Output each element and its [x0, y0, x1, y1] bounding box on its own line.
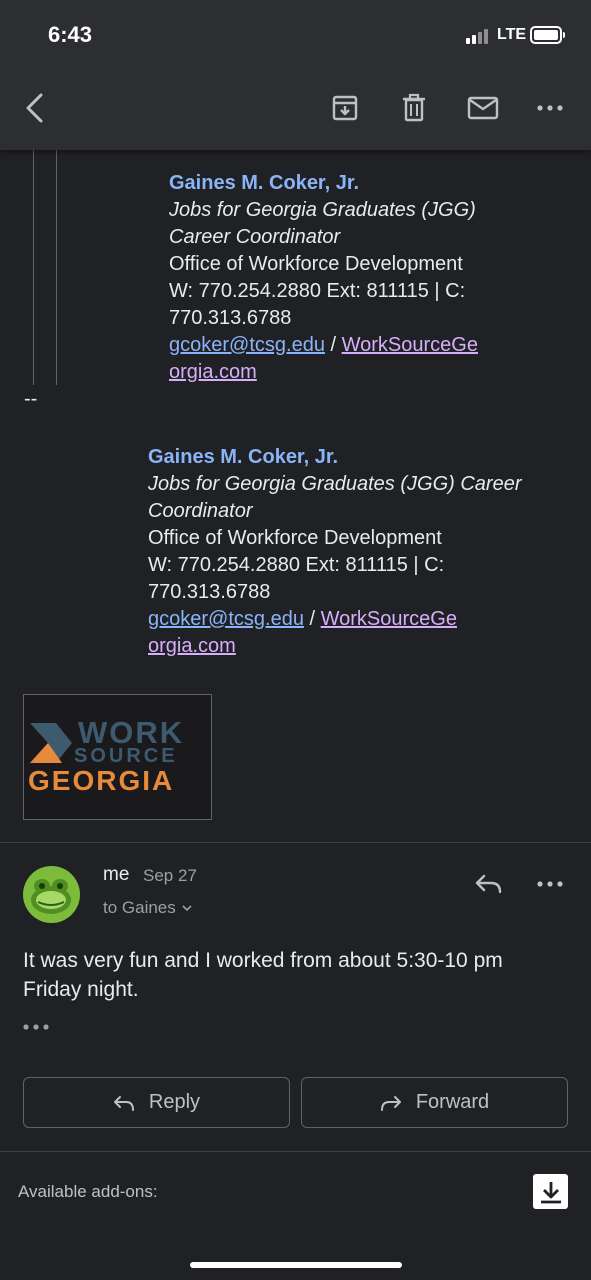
signature-delimiter: --: [24, 388, 38, 410]
reply-icon: [475, 874, 502, 894]
recipient-details-toggle[interactable]: to Gaines: [103, 898, 192, 918]
website-link[interactable]: orgia.com: [148, 635, 236, 657]
website-link[interactable]: WorkSourceGe: [342, 334, 478, 356]
trash-icon: [403, 93, 425, 122]
chevron-down-icon: [182, 904, 192, 911]
worksource-georgia-logo[interactable]: WORK SOURCE GEORGIA: [23, 694, 212, 820]
forward-label: Forward: [415, 1091, 490, 1113]
reply-label: Reply: [148, 1091, 201, 1113]
network-type: LTE: [497, 26, 527, 43]
signature-phone: W: 770.254.2880 Ext: 811115 | C:: [148, 554, 445, 576]
message-divider: [0, 842, 591, 843]
email-link[interactable]: gcoker@tcsg.edu: [148, 608, 304, 630]
signature-title: Jobs for Georgia Graduates (JGG) Career: [148, 473, 522, 495]
quoted-signature: Gaines M. Coker, Jr. Jobs for Georgia Gr…: [169, 170, 569, 386]
download-icon: [540, 1181, 561, 1203]
message-date: Sep 27: [143, 866, 197, 885]
signature-phone: 770.313.6788: [169, 307, 292, 329]
addon-download-button[interactable]: [533, 1174, 568, 1209]
signature-phone: 770.313.6788: [148, 581, 271, 603]
signature-name: Gaines M. Coker, Jr.: [148, 446, 339, 468]
frog-avatar-icon: [31, 879, 71, 914]
link-separator: /: [324, 334, 342, 356]
message-more-button[interactable]: [530, 866, 570, 902]
mark-unread-button[interactable]: [462, 88, 504, 128]
website-link[interactable]: orgia.com: [169, 361, 257, 383]
quote-bar: [33, 150, 34, 385]
recipient-label: to Gaines: [103, 898, 176, 917]
forward-icon: [380, 1095, 401, 1111]
status-time: 6:43: [48, 22, 93, 47]
quote-bar: [56, 150, 57, 385]
forward-button[interactable]: Forward: [301, 1077, 568, 1128]
logo-text-georgia: GEORGIA: [28, 765, 175, 796]
signature-office: Office of Workforce Development: [169, 253, 463, 275]
message-body: It was very fun and I worked from about …: [23, 949, 503, 1001]
signature-phone: W: 770.254.2880 Ext: 811115 | C:: [169, 280, 466, 302]
website-link[interactable]: WorkSourceGe: [321, 608, 457, 630]
home-indicator[interactable]: [190, 1262, 402, 1268]
more-horiz-icon: [537, 881, 563, 887]
quick-reply-button[interactable]: [468, 866, 510, 902]
top-app-bar: 6:43 LTE: [0, 0, 591, 150]
signature-office: Office of Workforce Development: [148, 527, 442, 549]
battery-icon: [530, 26, 565, 44]
archive-icon: [332, 95, 358, 121]
signature-title: Career Coordinator: [169, 226, 341, 248]
addons-label: Available add-ons:: [18, 1182, 158, 1201]
more-horiz-icon: [23, 1024, 49, 1030]
avatar[interactable]: [23, 866, 80, 923]
mail-icon: [467, 96, 499, 120]
addons-divider: [0, 1151, 591, 1152]
sender-name: me: [103, 864, 130, 885]
show-trimmed-content-button[interactable]: [23, 1016, 53, 1038]
link-separator: /: [303, 608, 321, 630]
more-options-button[interactable]: [530, 88, 570, 128]
logo-mark-icon: [30, 723, 72, 763]
reply-button[interactable]: Reply: [23, 1077, 290, 1128]
email-link[interactable]: gcoker@tcsg.edu: [169, 334, 325, 356]
arrow-back-icon: [26, 93, 43, 123]
more-horiz-icon: [537, 105, 563, 111]
delete-button[interactable]: [394, 88, 434, 128]
signature-block: Gaines M. Coker, Jr. Jobs for Georgia Gr…: [148, 444, 578, 660]
archive-button[interactable]: [325, 88, 365, 128]
reply-icon: [113, 1095, 134, 1111]
signature-title: Coordinator: [148, 500, 253, 522]
signal-icon: [466, 28, 494, 44]
back-button[interactable]: [14, 88, 54, 128]
signature-title: Jobs for Georgia Graduates (JGG): [169, 199, 476, 221]
signature-name: Gaines M. Coker, Jr.: [169, 172, 360, 194]
